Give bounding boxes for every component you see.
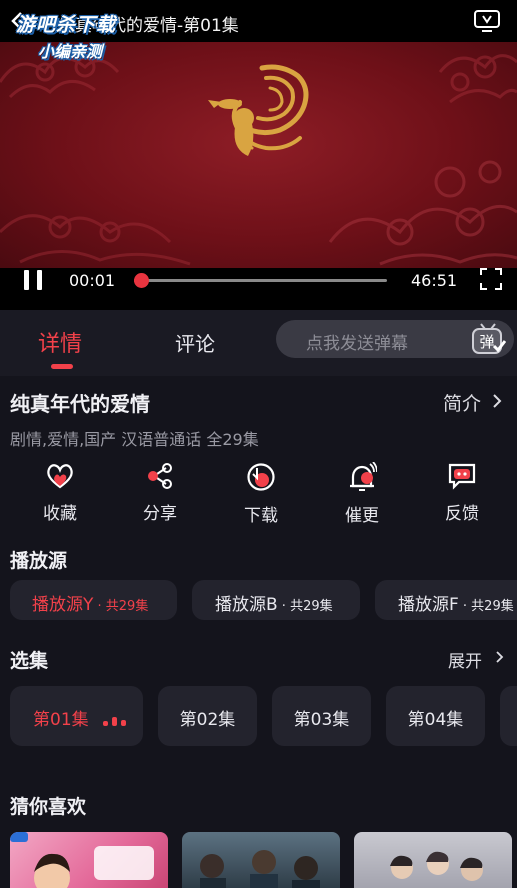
phoenix-logo-icon — [208, 64, 309, 156]
video-frame[interactable] — [0, 42, 517, 268]
chevron-right-icon[interactable] — [495, 650, 504, 664]
favorite-label: 收藏 — [43, 504, 77, 524]
feedback-label: 反馈 — [445, 504, 479, 524]
tv-cast-icon[interactable] — [473, 8, 501, 34]
pause-button[interactable] — [22, 268, 44, 292]
bell-icon — [350, 462, 377, 491]
episode-label: 第02集 — [179, 710, 236, 730]
download-icon — [247, 463, 275, 491]
source-chip-b[interactable]: 播放源B · 共29集 — [192, 580, 360, 620]
tab-comments[interactable]: 评论 — [175, 328, 215, 357]
detail-tabs: 详情 评论 点我发送弹幕 弹 — [0, 310, 517, 376]
now-playing-icon — [103, 712, 129, 726]
action-row: 收藏 分享 下载 催更 反馈 — [0, 462, 517, 532]
watermark-line-2: 小编亲测 — [38, 42, 103, 61]
poster-image-2 — [200, 850, 320, 888]
source-name: 播放源F — [398, 595, 459, 615]
fullscreen-icon[interactable] — [480, 268, 502, 290]
source-count: · 共29集 — [277, 599, 333, 614]
share-label: 分享 — [143, 504, 177, 524]
total-time: 46:51 — [411, 271, 458, 290]
show-title: 纯真年代的爱情 — [10, 392, 150, 416]
episode-chip-03[interactable]: 第03集 — [272, 686, 371, 746]
episode-chip-05[interactable] — [500, 686, 517, 746]
chevron-right-icon[interactable] — [492, 393, 502, 409]
favorite-button[interactable]: 收藏 — [30, 462, 90, 528]
urge-update-label: 催更 — [345, 506, 379, 526]
episode-label: 第04集 — [407, 710, 464, 730]
danmaku-input[interactable]: 点我发送弹幕 弹 — [276, 320, 514, 358]
feedback-button[interactable]: 反馈 — [432, 462, 492, 528]
episode-label: 第03集 — [293, 710, 350, 730]
source-count: · 共29集 — [458, 599, 514, 614]
progress-bar[interactable] — [134, 273, 387, 288]
expand-episodes-link[interactable]: 展开 — [448, 647, 482, 672]
show-meta: 剧情,爱情,国产 汉语普通话 全29集 — [10, 430, 259, 449]
download-label: 下载 — [244, 506, 278, 526]
video-player[interactable]: 纯真年代的爱情-第01集 游吧杀下载 小编亲测 00:01 46:51 — [0, 0, 517, 310]
cloud-decoration-bottom-left-icon — [0, 214, 191, 266]
cloud-decoration-right-icon — [438, 54, 517, 104]
recommend-poster-1[interactable] — [10, 832, 168, 888]
recommend-poster-3[interactable] — [354, 832, 512, 888]
source-list: 播放源Y · 共29集 播放源B · 共29集 播放源F · 共29集 — [0, 580, 517, 620]
cloud-decoration-bottom-right-icon — [328, 160, 517, 266]
source-name: 播放源Y — [32, 595, 94, 615]
danmaku-toggle-icon[interactable]: 弹 — [470, 322, 506, 356]
current-time: 00:01 — [69, 271, 116, 290]
progress-knob[interactable] — [134, 273, 150, 288]
watermark-line-1: 游吧杀下载 — [16, 14, 117, 36]
episode-chip-01[interactable]: 第01集 — [10, 686, 143, 746]
danmaku-placeholder: 点我发送弹幕 — [306, 334, 408, 354]
source-name: 播放源B — [215, 595, 278, 615]
download-button[interactable]: 下载 — [231, 462, 291, 528]
tab-active-indicator — [51, 364, 73, 369]
poster-image-3 — [390, 851, 483, 881]
danmaku-icon-label: 弹 — [479, 333, 494, 351]
feedback-icon — [448, 463, 476, 490]
watermark: 游吧杀下载 小编亲测 — [16, 10, 140, 66]
share-icon — [148, 463, 172, 489]
section-heading-recommend: 猜你喜欢 — [10, 796, 87, 818]
episode-list: 第01集 第02集 第03集 第04集 — [0, 686, 517, 746]
intro-link[interactable]: 简介 — [443, 389, 481, 416]
heart-icon — [47, 464, 73, 489]
section-heading-sources: 播放源 — [10, 550, 68, 572]
recommend-poster-2[interactable] — [182, 832, 340, 888]
share-button[interactable]: 分享 — [130, 462, 190, 528]
source-chip-y[interactable]: 播放源Y · 共29集 — [10, 580, 177, 620]
recommend-list — [0, 832, 517, 888]
urge-update-button[interactable]: 催更 — [332, 462, 392, 528]
section-heading-episodes: 选集 — [10, 650, 49, 672]
episode-chip-04[interactable]: 第04集 — [386, 686, 485, 746]
poster-image-1 — [10, 832, 154, 888]
episode-chip-02[interactable]: 第02集 — [158, 686, 257, 746]
tab-details[interactable]: 详情 — [38, 326, 82, 358]
source-count: · 共29集 — [93, 599, 149, 614]
detail-content: 纯真年代的爱情 简介 剧情,爱情,国产 汉语普通话 全29集 收藏 分享 下载 … — [0, 376, 517, 888]
player-controls: 00:01 46:51 — [0, 268, 517, 310]
source-chip-f[interactable]: 播放源F · 共29集 — [375, 580, 517, 620]
episode-label: 第01集 — [33, 710, 89, 730]
